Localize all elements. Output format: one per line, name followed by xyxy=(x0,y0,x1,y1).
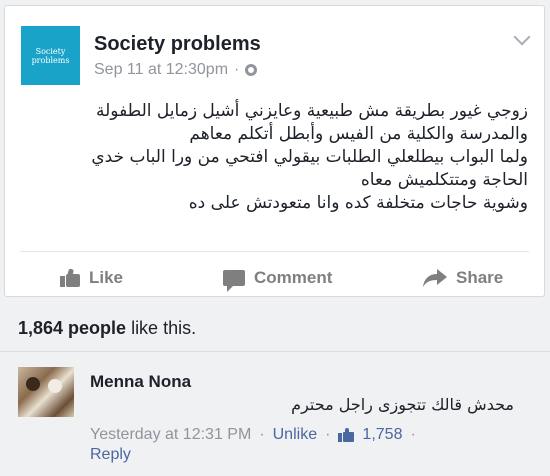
meta-dot: · xyxy=(325,426,331,443)
comment-like-count[interactable]: 1,758 xyxy=(362,426,402,444)
likes-count: 1,864 people xyxy=(18,318,127,338)
comment-label: Comment xyxy=(254,268,333,287)
like-thumb-icon xyxy=(60,268,80,287)
reply-link[interactable]: Reply xyxy=(90,446,131,464)
commenter-avatar[interactable] xyxy=(18,367,74,417)
avatar-text-line1: Society xyxy=(35,46,66,56)
meta-separator: · xyxy=(234,61,240,78)
globe-icon xyxy=(245,64,258,76)
post-card: Society problems Society problems Sep 11… xyxy=(4,5,545,297)
post-timestamp[interactable]: Sep 11 at 12:30pm xyxy=(94,61,228,79)
share-arrow-icon xyxy=(423,269,447,287)
meta-dot: · xyxy=(259,426,265,443)
avatar-text-line2: problems xyxy=(31,55,70,65)
comment-text: محدش قالك تتجوزى راجل محترم xyxy=(291,395,514,414)
post-text-line: والمدرسة والكلية من الفيس وأبطل أتكلم مع… xyxy=(189,124,528,144)
comments-divider xyxy=(0,351,550,352)
share-button[interactable]: Share xyxy=(423,268,503,288)
share-label: Share xyxy=(456,268,504,287)
likes-suffix: like this. xyxy=(126,318,197,338)
page-avatar[interactable]: Society problems xyxy=(21,26,80,85)
meta-dot: · xyxy=(410,426,416,443)
post-text: زوجي غيور بطريقة مش طبيعية وعايزني أشيل … xyxy=(28,100,528,215)
commenter-name-link[interactable]: Menna Nona xyxy=(90,372,191,392)
comment-meta: Yesterday at 12:31 PM · Unlike · 1,758 · xyxy=(90,426,416,444)
post-text-line: الحاجة ومتتكلميش معاه xyxy=(360,170,528,190)
like-thumb-icon xyxy=(338,428,355,442)
page-name-link[interactable]: Society problems xyxy=(94,33,261,56)
post-text-line: ولما البواب بيطلعلي الطلبات بيقولي افتحي… xyxy=(91,147,528,167)
comment-bubble-icon xyxy=(223,270,245,292)
like-button[interactable]: Like xyxy=(60,268,123,288)
comment-button[interactable]: Comment xyxy=(223,268,333,292)
likes-summary[interactable]: 1,864 people like this. xyxy=(18,318,196,339)
chevron-down-icon[interactable] xyxy=(513,28,531,46)
comment-timestamp[interactable]: Yesterday at 12:31 PM xyxy=(90,426,251,444)
actions-divider xyxy=(20,251,529,252)
post-text-line: زوجي غيور بطريقة مش طبيعية وعايزني أشيل … xyxy=(96,101,528,121)
post-meta: Sep 11 at 12:30pm · xyxy=(94,61,258,79)
post-text-line: وشوية حاجات متخلفة كده وانا متعودتش على … xyxy=(188,193,528,213)
like-label: Like xyxy=(89,268,124,287)
unlike-link[interactable]: Unlike xyxy=(273,426,317,444)
